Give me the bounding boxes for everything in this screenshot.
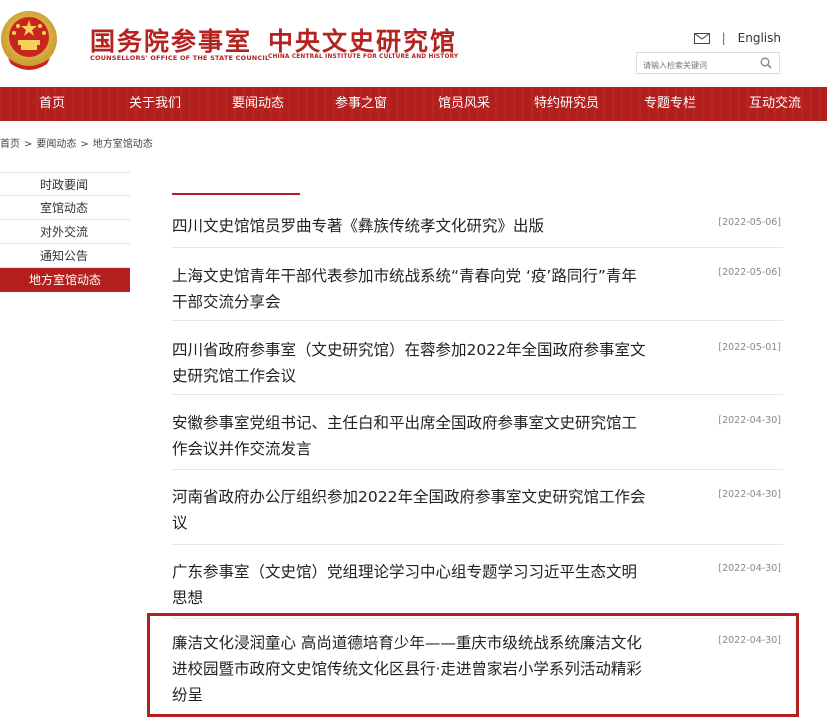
sidebar-item-notices[interactable]: 通知公告 — [0, 244, 130, 268]
sidebar: 时政要闻 室馆动态 对外交流 通知公告 地方室馆动态 — [0, 172, 130, 292]
article-title[interactable]: 安徽参事室党组书记、主任白和平出席全国政府参事室文史研究馆工作会议并作交流发言 — [172, 410, 652, 462]
list-item[interactable]: 河南省政府办公厅组织参加2022年全国政府参事室文史研究馆工作会议 [2022-… — [172, 470, 783, 545]
main-nav: 首页 关于我们 要闻动态 参事之窗 馆员风采 特约研究员 专题专栏 互动交流 — [0, 87, 827, 121]
nav-item-researchers[interactable]: 特约研究员 — [534, 87, 599, 121]
national-emblem-icon[interactable] — [0, 6, 58, 76]
breadcrumb-local[interactable]: 地方室馆动态 — [93, 139, 153, 150]
breadcrumb: 首页 > 要闻动态 > 地方室馆动态 — [0, 139, 153, 150]
sidebar-item-exchange[interactable]: 对外交流 — [0, 220, 130, 244]
list-item[interactable]: 四川省政府参事室（文史研究馆）在蓉参加2022年全国政府参事室文史研究馆工作会议… — [172, 321, 783, 395]
article-title[interactable]: 上海文史馆青年干部代表参加市统战系统“青春向党 ‘疫’路同行”青年干部交流分享会 — [172, 263, 652, 315]
nav-item-home[interactable]: 首页 — [39, 87, 65, 121]
breadcrumb-home[interactable]: 首页 — [0, 139, 20, 150]
article-title[interactable]: 河南省政府办公厅组织参加2022年全国政府参事室文史研究馆工作会议 — [172, 484, 652, 536]
utility-links: | English — [693, 31, 781, 45]
nav-item-news[interactable]: 要闻动态 — [232, 87, 284, 121]
list-item[interactable]: 安徽参事室党组书记、主任白和平出席全国政府参事室文史研究馆工作会议并作交流发言 … — [172, 395, 783, 470]
article-date: [2022-04-30] — [718, 563, 781, 574]
org1-name-cn[interactable]: 国务院参事室 — [90, 22, 252, 58]
article-date: [2022-05-06] — [718, 217, 781, 228]
search-box — [636, 52, 780, 75]
article-date: [2022-04-30] — [718, 489, 781, 500]
sidebar-item-office-news[interactable]: 室馆动态 — [0, 196, 130, 220]
highlight-box — [147, 613, 799, 717]
breadcrumb-news[interactable]: 要闻动态 — [36, 139, 76, 150]
nav-item-counsellors[interactable]: 参事之窗 — [335, 87, 387, 121]
nav-item-interaction[interactable]: 互动交流 — [749, 87, 801, 121]
org2-name-en: CHINA CENTRAL INSTITUTE FOR CULTURE AND … — [268, 54, 459, 60]
util-separator: | — [721, 31, 726, 45]
list-item[interactable]: 广东参事室（文史馆）党组理论学习中心组专题学习习近平生态文明思想 [2022-0… — [172, 545, 783, 619]
list-item[interactable]: 四川文史馆馆员罗曲专著《彝族传统孝文化研究》出版 [2022-05-06] — [172, 196, 783, 248]
search-input[interactable] — [643, 56, 753, 75]
english-link[interactable]: English — [738, 31, 781, 45]
nav-item-topics[interactable]: 专题专栏 — [644, 87, 696, 121]
article-title[interactable]: 广东参事室（文史馆）党组理论学习中心组专题学习习近平生态文明思想 — [172, 559, 652, 611]
nav-item-about[interactable]: 关于我们 — [129, 87, 181, 121]
nav-item-members[interactable]: 馆员风采 — [438, 87, 490, 121]
sidebar-item-local-news[interactable]: 地方室馆动态 — [0, 268, 130, 292]
sidebar-item-politics[interactable]: 时政要闻 — [0, 172, 130, 196]
list-item[interactable]: 上海文史馆青年干部代表参加市统战系统“青春向党 ‘疫’路同行”青年干部交流分享会… — [172, 248, 783, 321]
article-title[interactable]: 四川文史馆馆员罗曲专著《彝族传统孝文化研究》出版 — [172, 213, 652, 239]
list-tab-indicator — [172, 193, 300, 195]
org1-name-en: COUNSELLORS' OFFICE OF THE STATE COUNCIL — [90, 54, 270, 62]
search-icon[interactable] — [760, 57, 772, 69]
mail-icon[interactable] — [693, 32, 710, 44]
article-date: [2022-05-01] — [718, 342, 781, 353]
article-title[interactable]: 四川省政府参事室（文史研究馆）在蓉参加2022年全国政府参事室文史研究馆工作会议 — [172, 337, 652, 389]
site-header: 国务院参事室 COUNSELLORS' OFFICE OF THE STATE … — [0, 0, 827, 86]
org2-name-cn[interactable]: 中央文史研究馆 — [268, 22, 457, 58]
article-date: [2022-04-30] — [718, 415, 781, 426]
article-date: [2022-05-06] — [718, 267, 781, 278]
